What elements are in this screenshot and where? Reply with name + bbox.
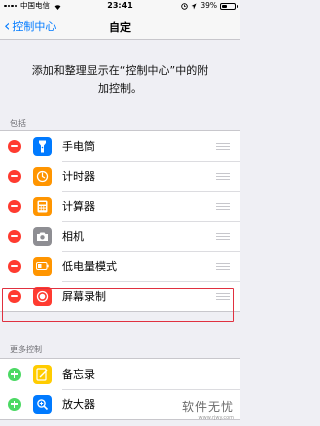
- watermark: 软件无忧 www.rjwy.com: [182, 398, 234, 421]
- list-item-calculator: 计算器: [0, 191, 240, 221]
- watermark-url: www.rjwy.com: [198, 415, 234, 421]
- alarm-icon: [181, 2, 189, 10]
- page-title: 自定: [109, 21, 131, 34]
- status-bar: 中国电信 23:41 39%: [0, 0, 240, 12]
- remove-button[interactable]: [8, 199, 21, 213]
- add-button[interactable]: [8, 397, 21, 411]
- battery-percent: 39%: [200, 1, 217, 10]
- battery-fill: [222, 4, 227, 8]
- item-label: 相机: [62, 230, 84, 243]
- item-label: 计算器: [62, 200, 95, 213]
- low-power-icon: [33, 256, 52, 276]
- list-item-low-power: 低电量模式: [0, 251, 240, 281]
- included-list: 手电筒 计时器 计算器 相机 低电量模式 屏幕录制: [0, 130, 240, 312]
- magnifier-icon: [33, 394, 52, 414]
- section-header-more-controls: 更多控制: [10, 345, 42, 354]
- item-label: 手电筒: [62, 140, 95, 153]
- location-icon: [191, 3, 197, 9]
- description-text: 添加和整理显示在“控制中心”中的附 加控制。: [0, 62, 240, 98]
- reorder-handle[interactable]: [216, 142, 230, 150]
- reorder-handle[interactable]: [216, 172, 230, 180]
- highlight-box: [2, 288, 234, 322]
- reorder-handle[interactable]: [216, 262, 230, 270]
- list-item-camera: 相机: [0, 221, 240, 251]
- timer-icon: [33, 166, 52, 186]
- watermark-title: 软件无忧: [181, 400, 234, 414]
- reorder-handle[interactable]: [216, 202, 230, 210]
- reorder-handle[interactable]: [216, 232, 230, 240]
- navigation-bar: ‹ 控制中心 自定: [0, 12, 240, 40]
- battery-icon: [220, 2, 238, 10]
- item-label: 备忘录: [62, 368, 95, 381]
- notes-icon: [33, 364, 52, 384]
- flashlight-icon: [33, 136, 52, 156]
- remove-button[interactable]: [8, 229, 21, 243]
- calculator-icon: [33, 196, 52, 216]
- remove-button[interactable]: [8, 259, 21, 273]
- camera-icon: [33, 226, 52, 246]
- description-line-1: 添加和整理显示在“控制中心”中的附: [31, 64, 209, 77]
- description-line-2: 加控制。: [98, 82, 142, 95]
- section-header-included: 包括: [10, 119, 26, 128]
- status-right: 39%: [181, 0, 238, 12]
- item-label: 计时器: [62, 170, 95, 183]
- remove-button[interactable]: [8, 169, 21, 183]
- list-item-timer: 计时器: [0, 161, 240, 191]
- list-item-flashlight: 手电筒: [0, 131, 240, 161]
- remove-button[interactable]: [8, 139, 21, 153]
- add-button[interactable]: [8, 367, 21, 381]
- item-label: 低电量模式: [62, 260, 117, 273]
- list-item-notes: 备忘录: [0, 359, 240, 389]
